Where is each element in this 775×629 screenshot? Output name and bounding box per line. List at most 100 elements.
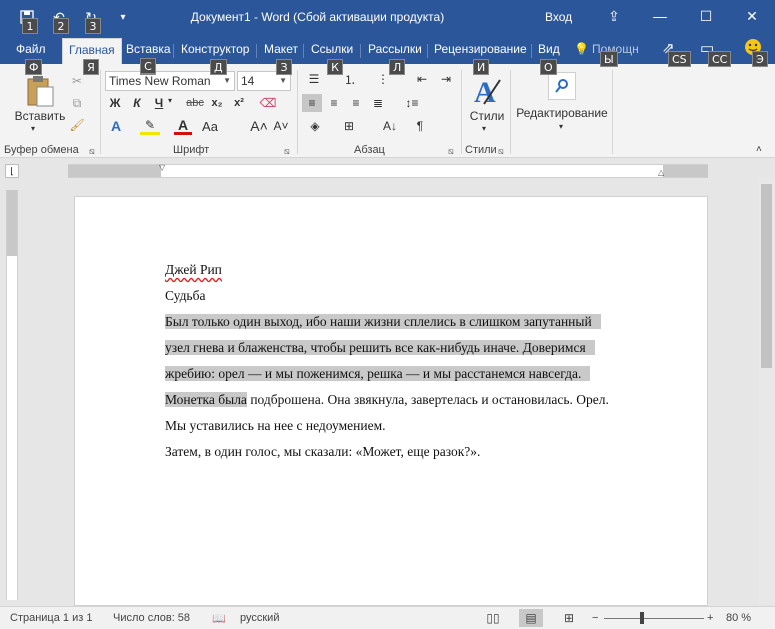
keytip-mailings: Л (389, 59, 406, 75)
clipboard-launcher-icon[interactable]: ⧅ (89, 146, 95, 157)
keytip-feedback: Э (752, 51, 768, 67)
doc-line[interactable]: жребию: орел — и мы поженимся, решка — и… (165, 366, 591, 381)
superscript-icon[interactable]: x² (230, 94, 248, 112)
web-layout-icon[interactable]: ⊞ (557, 609, 581, 627)
align-right-icon[interactable]: ≡ (346, 94, 366, 112)
keytip-font: С (140, 58, 156, 74)
collapse-ribbon-icon[interactable]: ˄ (756, 144, 762, 155)
align-left-icon[interactable]: ≡ (302, 94, 322, 112)
signin-link[interactable]: Вход (545, 10, 572, 24)
doc-author[interactable]: Джей Рип (165, 262, 222, 277)
language[interactable]: русский (240, 612, 279, 624)
page-count[interactable]: Страница 1 из 1 (10, 612, 92, 624)
format-painter-icon[interactable]: 🖌 (68, 116, 86, 134)
shrink-font-icon[interactable]: A˅ (272, 117, 290, 135)
styles-dropdown-icon[interactable]: ▾ (482, 124, 486, 133)
strikethrough-icon[interactable]: abc (184, 94, 206, 112)
underline-icon[interactable]: Ч (150, 94, 168, 112)
maximize-button[interactable]: ☐ (683, 0, 729, 32)
keytip-comments: СС (708, 51, 732, 67)
underline-dropdown-icon[interactable]: ▾ (168, 96, 172, 105)
bold-icon[interactable]: Ж (106, 94, 124, 112)
shading-icon[interactable]: ◈ (304, 117, 326, 135)
tab-mailings[interactable]: Рассылки (368, 42, 422, 56)
close-button[interactable]: ✕ (729, 0, 775, 32)
doc-title[interactable]: Судьба (165, 283, 665, 309)
editing-dropdown-icon[interactable]: ▾ (559, 122, 563, 131)
styles-icon[interactable]: A (470, 72, 504, 110)
paste-button[interactable]: Вставить (12, 108, 68, 124)
document-page[interactable]: Джей Рип Судьба Был только один выход, и… (74, 196, 708, 606)
tab-layout[interactable]: Макет (264, 42, 298, 56)
doc-line[interactable]: Мы уставились на нее с недоумением. (165, 413, 665, 439)
align-center-icon[interactable]: ≡ (324, 94, 344, 112)
paragraph-launcher-icon[interactable]: ⧅ (448, 146, 454, 157)
scrollbar-thumb[interactable] (761, 184, 772, 368)
tab-references[interactable]: Ссылки (311, 42, 353, 56)
title-bar: ↶ ↻ ▾ Документ1 - Word (Сбой активации п… (0, 0, 775, 36)
increase-indent-icon[interactable]: ⇥ (436, 70, 456, 88)
keytip-review: И (473, 59, 490, 75)
bullets-icon[interactable]: ☰ (303, 70, 325, 88)
editing-button[interactable]: Редактирование (516, 105, 608, 121)
tab-insert[interactable]: Вставка (126, 42, 171, 56)
show-marks-icon[interactable]: ¶ (410, 117, 430, 135)
zoom-in-icon[interactable]: + (707, 612, 713, 624)
styles-launcher-icon[interactable]: ⧅ (498, 146, 504, 157)
font-color-icon[interactable]: A (174, 117, 192, 135)
tab-selector-icon[interactable]: ⌊ (5, 164, 19, 178)
document-body[interactable]: Джей Рип Судьба Был только один выход, и… (165, 257, 665, 465)
search-icon[interactable] (548, 72, 576, 100)
read-mode-icon[interactable]: ▯▯ (481, 609, 505, 627)
tab-view[interactable]: Вид (538, 42, 560, 56)
copy-icon[interactable]: ⧉ (68, 94, 86, 112)
keytip-tell-me: Ы (600, 51, 618, 67)
tab-design[interactable]: Конструктор (181, 42, 249, 56)
doc-line[interactable]: Был только один выход, ибо наши жизни сп… (165, 314, 601, 329)
group-label-styles: Стили (465, 144, 497, 156)
doc-line[interactable]: Затем, в один голос, мы сказали: «Может,… (165, 439, 665, 465)
clear-formatting-icon[interactable]: ⌫ (258, 94, 278, 112)
tab-review[interactable]: Рецензирование (434, 42, 527, 56)
print-layout-icon[interactable]: ▤ (519, 609, 543, 627)
highlight-color-icon[interactable]: ✎ (140, 117, 160, 135)
doc-line[interactable]: подброшена. Она звякнула, завертелась и … (247, 392, 609, 407)
font-name-value: Times New Roman (109, 74, 211, 88)
horizontal-ruler[interactable]: ▽ △ (68, 163, 708, 178)
ribbon-display-options-icon[interactable]: ⇪ (591, 0, 637, 32)
proofing-icon[interactable]: 📖 (212, 612, 226, 625)
word-count[interactable]: Число слов: 58 (113, 612, 190, 624)
justify-icon[interactable]: ≣ (368, 94, 388, 112)
paste-dropdown-icon[interactable]: ▾ (31, 124, 35, 133)
borders-icon[interactable]: ⊞ (338, 117, 360, 135)
keytip-home: Я (83, 59, 99, 75)
doc-line-selected[interactable]: Монетка была (165, 392, 247, 407)
status-bar: Страница 1 из 1 Число слов: 58 📖 русский… (0, 606, 775, 629)
italic-icon[interactable]: К (128, 94, 146, 112)
tab-file[interactable]: Файл (16, 42, 46, 56)
font-launcher-icon[interactable]: ⧅ (284, 146, 290, 157)
text-effects-icon[interactable]: A (106, 117, 126, 135)
sort-icon[interactable]: A↓ (380, 117, 400, 135)
zoom-slider[interactable] (604, 618, 704, 619)
vertical-scrollbar[interactable] (758, 178, 775, 604)
zoom-level[interactable]: 80 % (726, 612, 751, 624)
vertical-ruler[interactable] (6, 190, 18, 600)
subscript-icon[interactable]: x₂ (208, 94, 226, 112)
paste-icon[interactable] (22, 74, 58, 108)
line-spacing-icon[interactable]: ↕≡ (400, 94, 424, 112)
keytip-view: О (540, 59, 557, 75)
minimize-button[interactable]: — (637, 0, 683, 32)
grow-font-icon[interactable]: A˄ (250, 117, 268, 135)
change-case-icon[interactable]: Aa (200, 117, 220, 135)
zoom-slider-thumb[interactable] (640, 612, 644, 624)
right-indent-icon[interactable]: △ (658, 168, 664, 177)
styles-button[interactable]: Стили (466, 108, 508, 124)
first-line-indent-icon[interactable]: ▽ (159, 163, 165, 172)
keytip-references: К (327, 59, 343, 75)
keytip-share: CS (668, 51, 691, 67)
zoom-out-icon[interactable]: − (592, 612, 598, 624)
doc-line[interactable]: узел гнева и блаженства, чтобы решить вс… (165, 340, 595, 355)
ribbon: Вставить ▾ ✂ ⧉ 🖌 Буфер обмена ⧅ Times Ne… (0, 64, 775, 158)
decrease-indent-icon[interactable]: ⇤ (412, 70, 432, 88)
